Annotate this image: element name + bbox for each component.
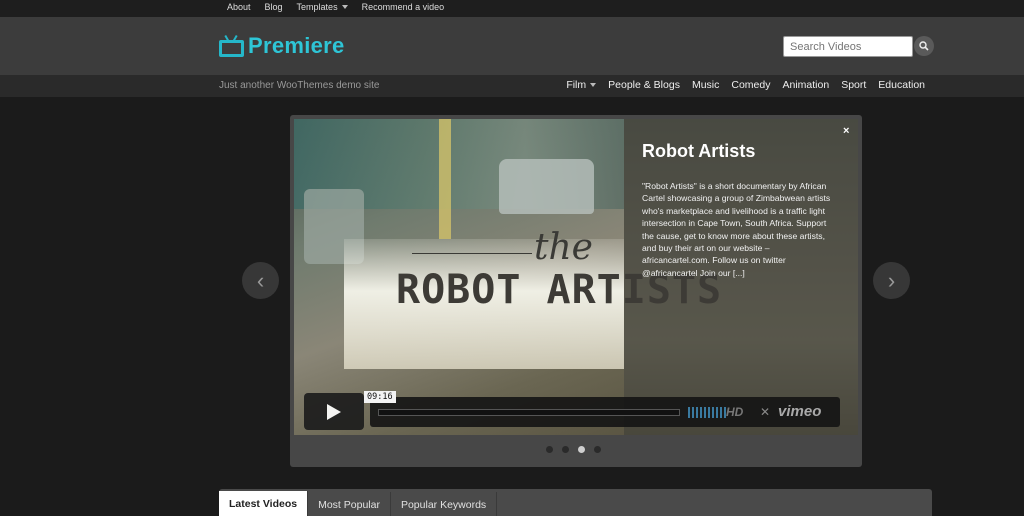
top-nav: About Blog Templates Recommend a video [227, 2, 458, 12]
top-nav-recommend[interactable]: Recommend a video [362, 2, 445, 12]
search-icon [919, 41, 929, 51]
video-timecode: 09:16 [364, 391, 396, 403]
slider-prev-button[interactable]: ‹ [242, 262, 279, 299]
slider-dot-3[interactable] [578, 446, 585, 453]
tab-latest-videos[interactable]: Latest Videos [219, 491, 309, 516]
divider [412, 253, 532, 254]
video-overlay-the: the [534, 227, 593, 268]
hd-button[interactable]: HD [726, 405, 743, 419]
top-nav-templates-label: Templates [296, 2, 338, 12]
tab-popular-keywords[interactable]: Popular Keywords [391, 492, 498, 516]
player-controls: HD ✕ vimeo [370, 397, 840, 427]
top-nav-about[interactable]: About [227, 2, 251, 12]
site-logo[interactable]: Premiere [219, 33, 345, 59]
volume-control[interactable] [688, 407, 726, 418]
nav-item-education[interactable]: Education [878, 79, 925, 91]
nav-item-animation[interactable]: Animation [782, 79, 829, 91]
search-input[interactable] [783, 36, 913, 57]
nav-item-film-label: Film [566, 79, 587, 91]
search-button[interactable] [914, 36, 934, 56]
featured-slider: the ROBOT ARTISTS Robot Artists "Robot A… [290, 115, 862, 467]
nav-item-music[interactable]: Music [692, 79, 719, 91]
close-button[interactable]: × [843, 125, 849, 137]
chevron-down-icon [590, 83, 597, 87]
top-nav-blog[interactable]: Blog [265, 2, 283, 12]
play-icon [327, 403, 341, 420]
play-button[interactable] [304, 393, 364, 430]
slide-description: "Robot Artists" is a short documentary b… [642, 181, 831, 278]
nav-item-people-blogs[interactable]: People & Blogs [608, 79, 680, 91]
fullscreen-icon[interactable]: ✕ [760, 405, 770, 419]
main-nav: Film People & Blogs Music Comedy Animati… [554, 79, 925, 91]
slider-dot-4[interactable] [594, 446, 601, 453]
slider-dot-2[interactable] [562, 446, 569, 453]
sub-bar: Just another WooThemes demo site Film Pe… [0, 76, 1024, 97]
slide-title[interactable]: Robot Artists [642, 141, 755, 162]
slider-next-button[interactable]: › [873, 262, 910, 299]
logo-text: Premiere [248, 33, 345, 58]
video-tabs: Latest Videos Most Popular Popular Keywo… [219, 489, 932, 516]
chevron-down-icon [341, 5, 348, 9]
slider-pagination [546, 446, 601, 453]
tab-most-popular[interactable]: Most Popular [308, 492, 391, 516]
top-nav-templates[interactable]: Templates [297, 2, 348, 12]
nav-item-film[interactable]: Film [566, 79, 597, 91]
site-header: Premiere [0, 17, 1024, 76]
tv-icon [219, 34, 244, 57]
site-tagline: Just another WooThemes demo site [219, 80, 380, 91]
vimeo-logo[interactable]: vimeo [778, 403, 821, 420]
progress-bar[interactable] [378, 409, 680, 416]
featured-slide: the ROBOT ARTISTS Robot Artists "Robot A… [294, 119, 858, 435]
nav-item-comedy[interactable]: Comedy [731, 79, 770, 91]
slider-dot-1[interactable] [546, 446, 553, 453]
nav-item-sport[interactable]: Sport [841, 79, 866, 91]
top-bar: About Blog Templates Recommend a video [0, 0, 1024, 17]
